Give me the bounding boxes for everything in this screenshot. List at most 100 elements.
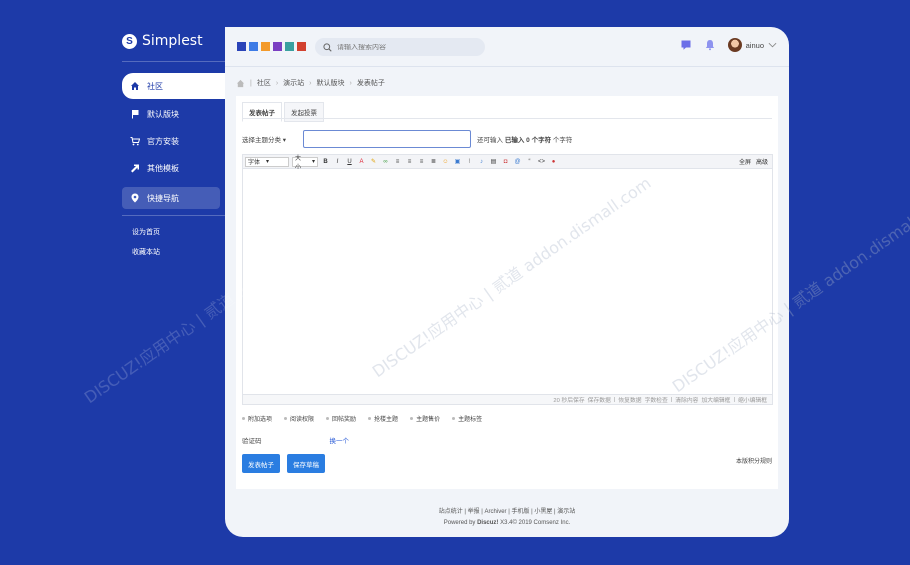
enlarge-editor-link[interactable]: 加大编辑框 xyxy=(701,395,730,404)
footer-link[interactable]: Archiver xyxy=(485,509,507,515)
thread-type-label: 选择主题分类 xyxy=(242,137,281,144)
top-right-icons: ainuo xyxy=(680,38,777,52)
option-floor-grab[interactable]: 抢楼主题 xyxy=(368,414,398,423)
clear-content-link[interactable]: 清除内容 xyxy=(675,395,698,404)
flag-icon xyxy=(132,110,139,119)
breadcrumb-item[interactable]: 演示站 xyxy=(283,78,304,88)
color-swatch[interactable] xyxy=(261,42,270,51)
editor-toolbar: 字体 ▾ 大小 ▾ B I U A ✎ ∞ ≡ ≡ ≡ ≣ ☺ ▣ ⌇ ♪ ▤ ◘ … xyxy=(242,154,773,171)
user-menu[interactable]: ainuo xyxy=(727,38,777,52)
save-data-link[interactable]: 保存数据 xyxy=(588,395,611,404)
italic-button[interactable]: I xyxy=(333,157,342,166)
breadcrumb-current: 发表帖子 xyxy=(356,80,385,87)
advanced-button[interactable]: 高级 xyxy=(756,157,768,166)
font-color-icon[interactable]: A xyxy=(357,157,366,166)
align-center-icon[interactable]: ≡ xyxy=(405,157,414,166)
powered-brand[interactable]: Discuz! xyxy=(477,520,498,526)
bookmark-site-link[interactable]: 收藏本站 xyxy=(132,247,160,257)
save-draft-button[interactable]: 保存草稿 xyxy=(287,454,325,473)
option-extra[interactable]: 附加选项 xyxy=(242,414,272,423)
attachment-icon[interactable]: ⌇ xyxy=(465,157,474,166)
underline-button[interactable]: U xyxy=(345,157,354,166)
copyright: © 2019 Comsenz Inc. xyxy=(512,520,571,526)
quote-icon[interactable]: “ xyxy=(525,157,534,166)
breadcrumb-item[interactable]: 社区 xyxy=(257,78,271,88)
footer-link[interactable]: 站点统计 xyxy=(439,509,463,515)
watermark-text: DISCUZ!应用中心 | 贰道 addon.dismall.com xyxy=(668,188,910,397)
sidebar-divider xyxy=(122,61,225,62)
color-swatch[interactable] xyxy=(237,42,246,51)
footer-link[interactable]: 小黑屋 xyxy=(534,509,552,515)
remain-count: 0 xyxy=(526,137,530,144)
shrink-editor-link[interactable]: 缩小编辑框 xyxy=(738,395,767,404)
sidebar-item-label: 默认版块 xyxy=(147,109,179,119)
toolbar-right: 全屏 高级 xyxy=(739,157,768,166)
option-label: 主题售价 xyxy=(416,417,441,423)
sidebar-item-community[interactable]: 社区 xyxy=(122,73,225,99)
option-reply-reward[interactable]: 回帖奖励 xyxy=(326,414,356,423)
color-swatch[interactable] xyxy=(249,42,258,51)
submit-thread-button[interactable]: 发表帖子 xyxy=(242,454,280,473)
captcha-change-link[interactable]: 换一个 xyxy=(330,435,350,445)
image-icon[interactable]: ▣ xyxy=(453,157,462,166)
at-mention-icon[interactable]: @ xyxy=(513,157,522,166)
font-size-select[interactable]: 大小 ▾ xyxy=(292,156,318,171)
align-right-icon[interactable]: ≡ xyxy=(417,157,426,166)
captcha-input[interactable] xyxy=(269,434,322,445)
fullscreen-button[interactable]: 全屏 xyxy=(739,157,751,166)
highlight-icon[interactable]: ✎ xyxy=(369,157,378,166)
footer-link[interactable]: 举报 xyxy=(468,509,480,515)
list-icon[interactable]: ≣ xyxy=(429,157,438,166)
font-select-label: 字体 xyxy=(248,160,261,166)
home-icon xyxy=(131,82,139,90)
footer-link[interactable]: 演示站 xyxy=(557,509,575,515)
thread-type-select[interactable]: 选择主题分类 ▾ xyxy=(242,134,297,144)
extra-options: 附加选项 阅读权限 回帖奖励 抢楼主题 主题售价 主题标签 xyxy=(242,414,482,423)
footer-links: 站点统计 | 举报 | Archiver | 手机版 | 小黑屋 | 演示站 xyxy=(438,509,576,515)
word-check-link[interactable]: 字数检查 xyxy=(645,395,668,404)
breadcrumb-item[interactable]: 默认版块 xyxy=(317,78,345,88)
credit-rules-link[interactable]: 本版积分规则 xyxy=(736,456,772,465)
search-input[interactable] xyxy=(337,43,477,51)
tab-new-poll[interactable]: 发起投票 xyxy=(284,102,324,122)
music-icon[interactable]: ♪ xyxy=(477,157,486,166)
home-icon[interactable] xyxy=(236,79,245,88)
thread-title-input[interactable] xyxy=(303,130,471,148)
align-left-icon[interactable]: ≡ xyxy=(393,157,402,166)
editor-status-bar: 20 秒后保存 保存数据 | 恢复数据 字数检查 | 清除内容 加大编辑框 | 缩小编… xyxy=(242,394,773,405)
sidebar-item-official-install[interactable]: 官方安装 xyxy=(122,130,220,152)
video-icon[interactable]: ▤ xyxy=(489,157,498,166)
sidebar-item-label: 官方安装 xyxy=(147,136,179,146)
option-thread-tags[interactable]: 主题标签 xyxy=(452,414,482,423)
option-thread-price[interactable]: 主题售价 xyxy=(410,414,440,423)
sidebar-item-default-forum[interactable]: 默认版块 xyxy=(122,103,220,125)
color-swatch[interactable] xyxy=(285,42,294,51)
site-logo[interactable]: S Simplest xyxy=(122,33,203,49)
notification-bell-icon[interactable] xyxy=(704,39,716,51)
message-icon[interactable] xyxy=(680,39,692,51)
restore-data-link[interactable]: 恢复数据 xyxy=(618,395,641,404)
link-icon[interactable]: ∞ xyxy=(381,157,390,166)
remain-entered: 已输入 xyxy=(504,137,525,144)
option-label: 阅读权限 xyxy=(290,417,315,423)
flash-icon[interactable]: ◘ xyxy=(501,157,510,166)
code-icon[interactable]: <> xyxy=(537,157,546,166)
breadcrumb: | 社区 › 演示站 › 默认版块 › 发表帖子 xyxy=(236,78,385,88)
username: ainuo xyxy=(745,40,764,50)
smiley-icon[interactable]: ☺ xyxy=(441,157,450,166)
color-swatch[interactable] xyxy=(297,42,306,51)
bold-button[interactable]: B xyxy=(321,157,330,166)
color-swatch[interactable] xyxy=(273,42,282,51)
avatar xyxy=(727,38,742,52)
font-family-select[interactable]: 字体 ▾ xyxy=(245,156,289,167)
set-homepage-link[interactable]: 设为首页 xyxy=(132,227,160,237)
editor-textarea[interactable]: DISCUZ!应用中心 | 贰道 addon.dismall.com DISCU… xyxy=(242,169,910,405)
tab-divider xyxy=(242,118,772,119)
qq-icon[interactable]: ● xyxy=(549,157,558,166)
sidebar-item-quick-nav[interactable]: 快捷导航 xyxy=(122,187,220,209)
tab-new-thread[interactable]: 发表帖子 xyxy=(242,102,282,122)
powered-prefix: Powered by xyxy=(443,520,476,526)
sidebar-item-other-templates[interactable]: 其他模板 xyxy=(122,157,220,179)
option-read-permission[interactable]: 阅读权限 xyxy=(284,414,314,423)
footer-link[interactable]: 手机版 xyxy=(511,509,529,515)
